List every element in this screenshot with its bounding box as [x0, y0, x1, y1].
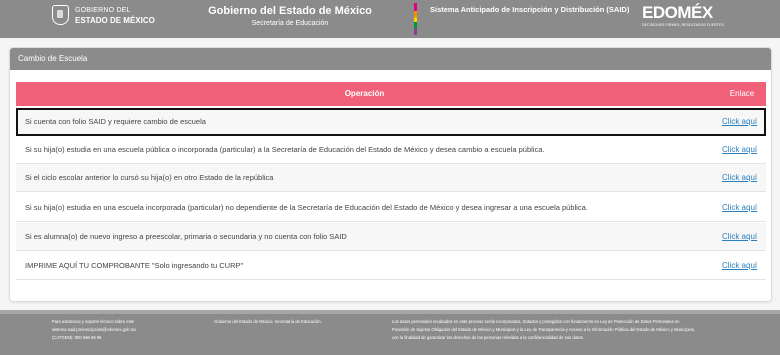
row-operation-text: Si cuenta con folio SAID y requiere camb… — [25, 117, 206, 126]
logo-line2: ESTADO DE MÉXICO — [75, 16, 155, 25]
privacy-line: con la finalidad de garantizar los derec… — [392, 335, 584, 340]
table-row: Si es alumna(o) de nuevo ingreso a prees… — [16, 223, 766, 251]
row-link[interactable]: Click aquí — [722, 203, 766, 212]
school-change-card: Cambio de Escuela Operación Enlace Si cu… — [9, 47, 772, 302]
column-header-link: Enlace — [729, 89, 755, 98]
privacy-line: Posesión de Sujetos Obligados del Estado… — [392, 327, 696, 332]
column-header-operation: Operación — [344, 89, 385, 98]
table-row: Si su hija(o) estudia en una escuela púb… — [16, 136, 766, 164]
footer-support: Para asistencia y soporte técnico sobre … — [52, 318, 136, 342]
table-row: Si el ciclo escolar anterior lo cursó su… — [16, 164, 766, 192]
support-email[interactable]: sistema said.preinscripcion@edomex.gob.m… — [52, 326, 136, 334]
color-stripe-divider — [414, 3, 417, 35]
header-subtitle: Secretaría de Educación — [251, 20, 329, 27]
table-row: IMPRIME AQUÍ TU COMPROBANTE "Solo ingres… — [16, 252, 766, 280]
system-name: Sistema Anticipado de Inscripción y Dist… — [430, 5, 630, 14]
table-row: Si su hija(o) estudia en una escuela inc… — [16, 194, 766, 222]
support-text: Para asistencia y soporte técnico sobre … — [52, 319, 135, 324]
footer-org: Gobierno del Estado de México. Secretarí… — [214, 318, 322, 326]
row-operation-text: Si es alumna(o) de nuevo ingreso a prees… — [25, 232, 347, 241]
top-header: GOBIERNO DEL ESTADO DE MÉXICO Gobierno d… — [0, 0, 780, 38]
edomex-logo[interactable]: EDOMÉX DECISIONES FIRMES, RESULTADOS FUE… — [642, 3, 725, 31]
row-operation-text: Si el ciclo escolar anterior lo cursó su… — [25, 173, 274, 182]
row-link[interactable]: Click aquí — [722, 232, 766, 241]
support-phone: (CATGEM): 800 696 96 96 — [52, 335, 102, 340]
footer-privacy: Los datos personales recabados en este p… — [392, 318, 695, 342]
row-link[interactable]: Click aquí — [722, 117, 766, 126]
gobierno-logo[interactable]: GOBIERNO DEL ESTADO DE MÉXICO — [52, 4, 160, 28]
edomex-tagline: DECISIONES FIRMES, RESULTADOS FUERTES. — [642, 23, 725, 27]
logo-line1: GOBIERNO DEL — [75, 7, 131, 14]
header-title: Gobierno del Estado de México — [208, 5, 372, 17]
row-operation-text: Si su hija(o) estudia en una escuela inc… — [25, 203, 588, 212]
edomex-brand: EDOMÉX — [642, 3, 713, 22]
table-row: Si cuenta con folio SAID y requiere camb… — [16, 108, 766, 136]
state-seal-icon — [52, 5, 69, 25]
row-operation-text: Si su hija(o) estudia en una escuela púb… — [25, 145, 545, 154]
row-link[interactable]: Click aquí — [722, 261, 766, 270]
footer-stripe — [0, 310, 780, 314]
org-text: Gobierno del Estado de México. Secretarí… — [214, 319, 322, 324]
row-operation-text: IMPRIME AQUÍ TU COMPROBANTE "Solo ingres… — [25, 261, 244, 270]
table-header: Operación Enlace — [16, 82, 766, 106]
row-link[interactable]: Click aquí — [722, 173, 766, 182]
privacy-line: Los datos personales recabados en este p… — [392, 319, 680, 324]
card-header: Cambio de Escuela — [10, 48, 771, 70]
page-footer: Para asistencia y soporte técnico sobre … — [0, 310, 780, 355]
row-link[interactable]: Click aquí — [722, 145, 766, 154]
card-title: Cambio de Escuela — [18, 54, 88, 63]
